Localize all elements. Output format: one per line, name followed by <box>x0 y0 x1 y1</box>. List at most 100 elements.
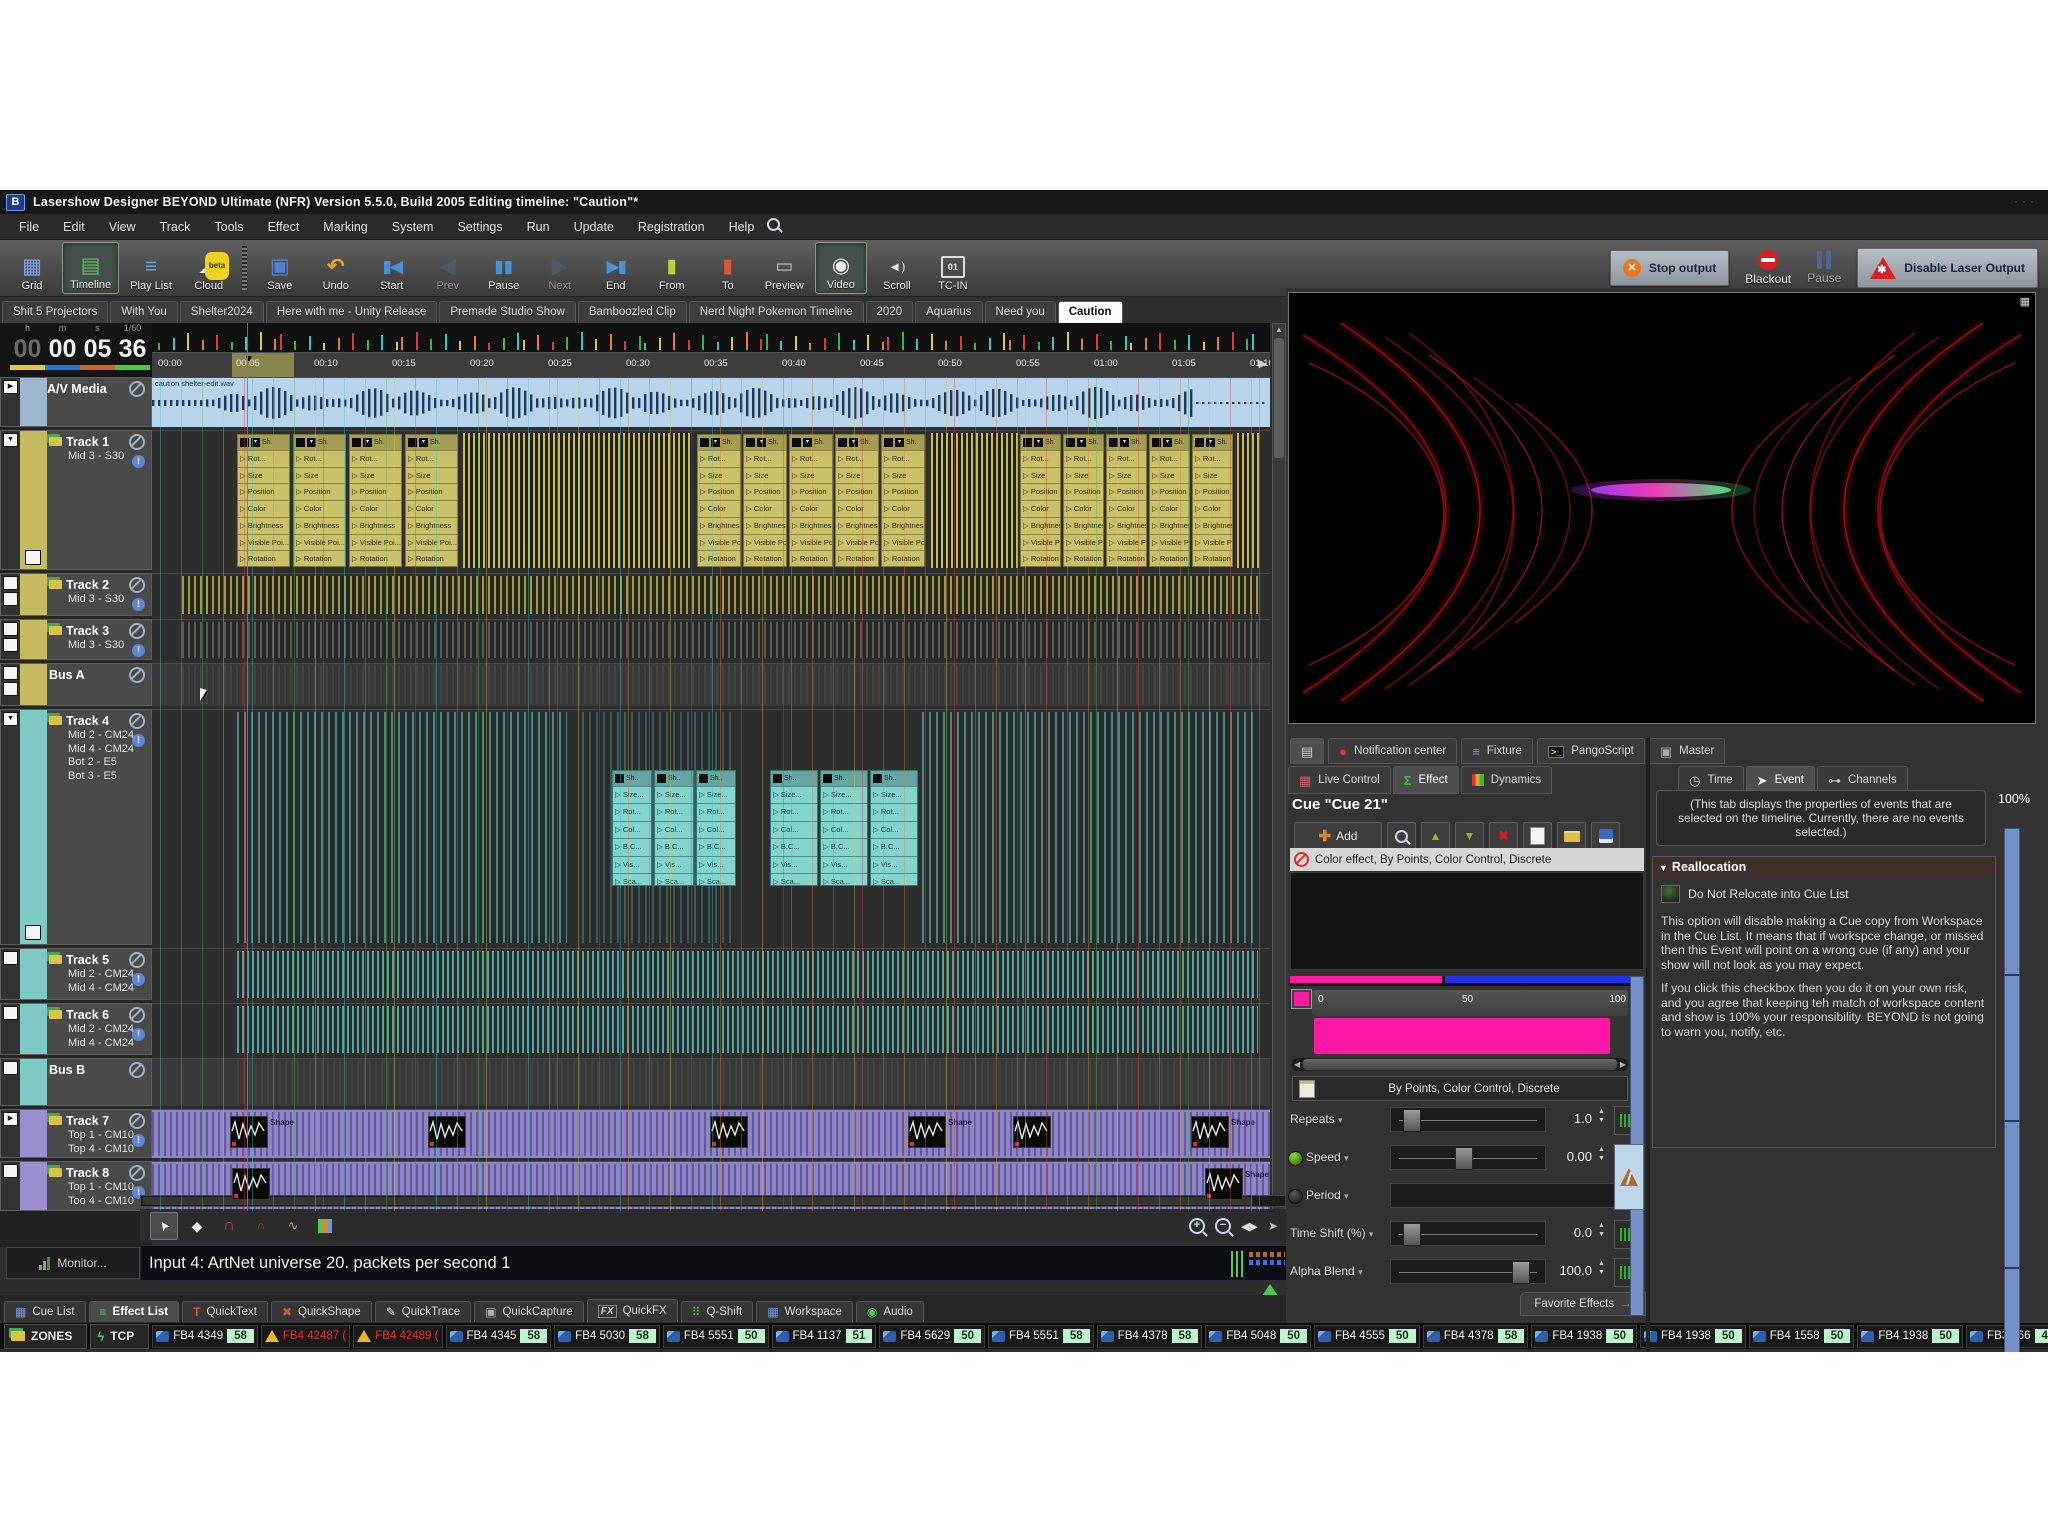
clip-param-row[interactable]: ▷ Col... <box>697 821 735 838</box>
timeline-ruler[interactable]: ▼ ▶ 00:0000:0500:1000:1500:2000:2500:300… <box>152 352 1270 378</box>
clip-param-row[interactable]: ▷ Color <box>1021 500 1060 517</box>
right-panel-scrollbar[interactable] <box>2004 828 2020 1352</box>
toolbar-video-button[interactable]: Video <box>815 242 867 294</box>
info-icon[interactable]: ! <box>132 598 145 611</box>
mute-icon[interactable] <box>129 1165 145 1181</box>
timeline-lanes[interactable]: caution shelter-edit.wav ▾Sh.▷ Rot...▷ Si… <box>152 377 1270 1211</box>
clip-param-row[interactable]: ▷ Col... <box>821 821 867 838</box>
toolbar-start-button[interactable]: Start <box>366 242 418 294</box>
clip-param-row[interactable]: ▷ Brightness <box>294 517 345 534</box>
bottom-tab-cue-list[interactable]: Cue List <box>4 1301 86 1322</box>
clip-param-row[interactable]: ▷ Size... <box>871 786 917 803</box>
device-status-fb4-5551[interactable]: FB4 555158 <box>988 1325 1094 1348</box>
clip-param-row[interactable]: ▷ Position <box>790 483 832 500</box>
tab-notification-center[interactable]: Notification center <box>1328 738 1457 764</box>
color-range-block[interactable] <box>1314 1018 1610 1054</box>
timeline-clip[interactable]: Sh..▷ Size...▷ Rot...▷ Col...▷ B.C...▷ V… <box>654 770 694 886</box>
slider-thumb[interactable] <box>1403 1109 1421 1132</box>
tab-master[interactable]: Master <box>1649 738 1725 764</box>
track-checkbox[interactable] <box>3 951 18 965</box>
clip-param-row[interactable]: ▷ Size <box>836 467 878 484</box>
clip-param-row[interactable]: ▷ Rot... <box>771 803 817 820</box>
timeline-tab-premade-studio-show[interactable]: Premade Studio Show <box>439 301 575 323</box>
waveform-clip[interactable] <box>1191 1116 1229 1148</box>
radio-period[interactable] <box>1288 1189 1303 1204</box>
clip-param-row[interactable]: ▷ Rot... <box>1021 450 1060 467</box>
clip-param-row[interactable]: ▷ Position <box>294 483 345 500</box>
clip-param-row[interactable]: ▷ Rotation <box>744 550 786 567</box>
bottom-tab-quickcapture[interactable]: QuickCapture <box>474 1301 584 1322</box>
clip-param-row[interactable]: ▷ Rotation <box>1021 550 1060 567</box>
toolbar-save-button[interactable]: Save <box>254 242 306 294</box>
toolbar-end-button[interactable]: End <box>590 242 642 294</box>
clip-param-row[interactable]: ▷ Color <box>1150 500 1189 517</box>
clip-param-row[interactable]: ▷ Position <box>744 483 786 500</box>
new-button[interactable] <box>1523 822 1552 850</box>
lane-a-v-media[interactable]: caution shelter-edit.wav <box>152 377 1270 427</box>
clip-menu-icon[interactable]: ▾ <box>1163 438 1172 447</box>
open-button[interactable] <box>1557 822 1586 850</box>
waveform-clip[interactable] <box>230 1116 268 1148</box>
menu-item-tools[interactable]: Tools <box>203 217 254 237</box>
device-status-fb4-5048[interactable]: FB4 504850 <box>1205 1325 1311 1348</box>
clip-param-row[interactable]: ▷ Visible Poi... <box>294 534 345 551</box>
menu-item-registration[interactable]: Registration <box>627 217 716 237</box>
clip-param-row[interactable]: ▷ Col... <box>655 821 693 838</box>
clip-param-row[interactable]: ▷ Size <box>790 467 832 484</box>
clip-param-row[interactable]: ▷ Position <box>1150 483 1189 500</box>
clip-param-row[interactable]: ▷ Sca... <box>771 873 817 886</box>
clip-param-row[interactable]: ▷ Vis... <box>771 856 817 873</box>
clip-param-row[interactable]: ▷ Color <box>406 500 457 517</box>
bottom-tab-audio[interactable]: Audio <box>856 1301 924 1322</box>
clip-param-row[interactable]: ▷ Vis... <box>821 856 867 873</box>
clip-menu-icon[interactable]: ▾ <box>1206 438 1215 447</box>
device-status-fb4-1938[interactable]: FB4 193850 <box>1857 1325 1963 1348</box>
collapse-toggle[interactable]: ▼ <box>3 712 18 726</box>
gradient-scrollbar[interactable]: ◀ ▶ <box>1292 1058 1628 1071</box>
clip-param-row[interactable]: ▷ Visible Poi... <box>790 534 832 551</box>
clip-param-row[interactable]: ▷ Color <box>698 500 740 517</box>
track-checkbox[interactable] <box>3 622 18 636</box>
snap-magnet-button[interactable]: ∩ <box>216 1213 242 1239</box>
device-status-fb4-5030[interactable]: FB4 503058 <box>554 1325 660 1348</box>
zoom-out-icon[interactable]: − <box>1215 1218 1231 1234</box>
clip-param-row[interactable]: ▷ Visible Poi... <box>1064 534 1103 551</box>
waveform-clip[interactable] <box>232 1168 270 1200</box>
menu-item-track[interactable]: Track <box>149 217 202 237</box>
clip-param-row[interactable]: ▷ Position <box>238 483 289 500</box>
clip-param-row[interactable]: ▷ Rotation <box>882 550 924 567</box>
clip-param-row[interactable]: ▷ Position <box>1021 483 1060 500</box>
track-checkbox[interactable] <box>3 1006 18 1020</box>
color-gradient-bar[interactable] <box>1290 976 1630 986</box>
clip-param-row[interactable]: ▷ Size <box>1193 467 1232 484</box>
scrollbar-thumb[interactable] <box>1274 338 1284 458</box>
clip-param-row[interactable]: ▷ Rot... <box>294 450 345 467</box>
mute-icon[interactable] <box>129 381 145 397</box>
mute-icon[interactable] <box>129 713 145 729</box>
delete-button[interactable]: ✖ <box>1489 822 1518 850</box>
mute-icon[interactable] <box>129 667 145 683</box>
clip-param-row[interactable]: ▷ Position <box>698 483 740 500</box>
preview-grid-icon[interactable]: ▦ <box>2020 295 2030 308</box>
clip-param-row[interactable]: ▷ Visible Poi... <box>1193 534 1232 551</box>
clip-menu-icon[interactable]: ▾ <box>1034 438 1043 447</box>
timeline-tab-2020[interactable]: 2020 <box>866 301 914 323</box>
device-status-fb4-1558[interactable]: FB4 155850 <box>1749 1325 1855 1348</box>
timeline-clip[interactable]: ▾Sh.▷ Rot...▷ Size▷ Position▷ Color▷ Bri… <box>1020 434 1061 567</box>
clip-param-row[interactable]: ▷ Size <box>406 467 457 484</box>
lane-track-2[interactable] <box>152 573 1270 616</box>
tab-pangoscript[interactable]: PangoScript <box>1537 738 1645 764</box>
clip-param-row[interactable]: ▷ Visible Poi... <box>836 534 878 551</box>
waveform-clip[interactable] <box>1205 1168 1243 1200</box>
stop-output-button[interactable]: ✕Stop output <box>1610 250 1729 286</box>
mute-icon[interactable] <box>129 577 145 593</box>
toolbar-preview-button[interactable]: Preview <box>758 242 811 294</box>
toolbar-to-button[interactable]: To <box>702 242 754 294</box>
slider-thumb[interactable] <box>1403 1223 1421 1246</box>
slider-track-repeats[interactable] <box>1390 1107 1546 1132</box>
menu-item-edit[interactable]: Edit <box>52 217 96 237</box>
tab-fixture[interactable]: Fixture <box>1461 738 1533 764</box>
lane-track-7[interactable]: ShapeShapeShape <box>152 1109 1270 1158</box>
clip-param-row[interactable]: ▷ Vis... <box>613 856 651 873</box>
clip-param-row[interactable]: ▷ Visible Poi... <box>1107 534 1146 551</box>
